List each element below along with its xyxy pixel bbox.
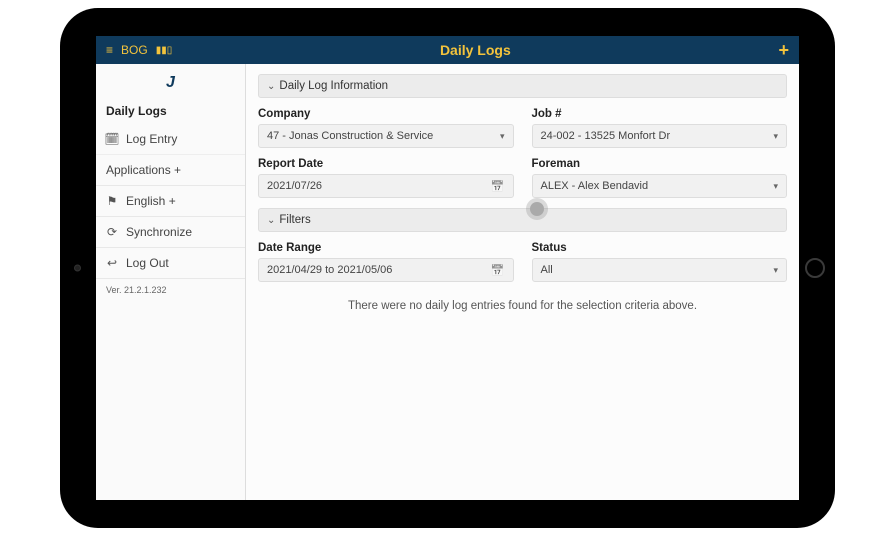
daterange-value: 2021/04/29 to 2021/05/06 bbox=[267, 264, 392, 276]
tablet-frame: ≡ BOG ▮▮▯ Daily Logs + J Daily Logs 🗓 Lo… bbox=[60, 8, 835, 528]
sidebar-item-synchronize[interactable]: ⟳ Synchronize bbox=[96, 217, 245, 248]
panel-title: Daily Log Information bbox=[279, 80, 388, 92]
page-title: Daily Logs bbox=[440, 42, 511, 58]
calendar-icon bbox=[491, 180, 505, 193]
sidebar-item-label: Synchronize bbox=[126, 225, 192, 239]
sidebar-item-label: Log Out bbox=[126, 256, 169, 270]
caret-down-icon bbox=[773, 180, 778, 192]
job-value: 24-002 - 13525 Monfort Dr bbox=[541, 130, 671, 142]
sidebar-item-english[interactable]: ⚑ English + bbox=[96, 186, 245, 217]
job-select[interactable]: 24-002 - 13525 Monfort Dr bbox=[532, 124, 788, 148]
tablet-home-button[interactable] bbox=[805, 258, 825, 278]
caret-down-icon bbox=[773, 264, 778, 276]
calendar-icon: 🗓 bbox=[106, 132, 118, 146]
add-button[interactable]: + bbox=[778, 40, 789, 61]
app-header: ≡ BOG ▮▮▯ Daily Logs + bbox=[96, 36, 799, 64]
daterange-input[interactable]: 2021/04/29 to 2021/05/06 bbox=[258, 258, 514, 282]
language-icon: ⚑ bbox=[106, 194, 118, 208]
report-date-label: Report Date bbox=[258, 158, 514, 170]
report-date-value: 2021/07/26 bbox=[267, 180, 322, 192]
company-value: 47 - Jonas Construction & Service bbox=[267, 130, 433, 142]
sidebar-item-applications[interactable]: Applications + bbox=[96, 155, 245, 186]
logout-icon: ↩ bbox=[106, 256, 118, 270]
version-label: Ver. 21.2.1.232 bbox=[96, 279, 245, 301]
daterange-label: Date Range bbox=[258, 242, 514, 254]
foreman-label: Foreman bbox=[532, 158, 788, 170]
chevron-down-icon: ⌄ bbox=[267, 215, 275, 226]
app-logo: J bbox=[96, 64, 245, 98]
status-select[interactable]: All bbox=[532, 258, 788, 282]
brand-label: BOG bbox=[121, 43, 148, 57]
panel-title: Filters bbox=[279, 214, 310, 226]
touch-indicator bbox=[530, 202, 544, 216]
calendar-icon bbox=[491, 264, 505, 277]
sidebar-item-log-entry[interactable]: 🗓 Log Entry bbox=[96, 124, 245, 155]
sidebar: J Daily Logs 🗓 Log Entry Applications + … bbox=[96, 64, 246, 500]
status-value: All bbox=[541, 264, 553, 276]
caret-down-icon bbox=[773, 130, 778, 142]
tablet-camera bbox=[74, 265, 81, 272]
main-content: ⌄ Daily Log Information Company 47 - Jon… bbox=[246, 64, 799, 500]
sidebar-item-label: English + bbox=[126, 194, 176, 208]
sidebar-item-logout[interactable]: ↩ Log Out bbox=[96, 248, 245, 279]
foreman-select[interactable]: ALEX - Alex Bendavid bbox=[532, 174, 788, 198]
app-screen: ≡ BOG ▮▮▯ Daily Logs + J Daily Logs 🗓 Lo… bbox=[96, 36, 799, 500]
company-label: Company bbox=[258, 108, 514, 120]
company-select[interactable]: 47 - Jonas Construction & Service bbox=[258, 124, 514, 148]
report-date-input[interactable]: 2021/07/26 bbox=[258, 174, 514, 198]
sidebar-item-label: Log Entry bbox=[126, 132, 177, 146]
caret-down-icon bbox=[500, 130, 505, 142]
menu-icon[interactable]: ≡ bbox=[106, 43, 113, 57]
foreman-value: ALEX - Alex Bendavid bbox=[541, 180, 649, 192]
panel-daily-log-information[interactable]: ⌄ Daily Log Information bbox=[258, 74, 787, 98]
signal-icon: ▮▮▯ bbox=[156, 45, 173, 56]
status-label: Status bbox=[532, 242, 788, 254]
sidebar-item-label: Applications + bbox=[106, 163, 181, 177]
empty-state-message: There were no daily log entries found fo… bbox=[258, 300, 787, 312]
panel-filters[interactable]: ⌄ Filters bbox=[258, 208, 787, 232]
app-body: J Daily Logs 🗓 Log Entry Applications + … bbox=[96, 64, 799, 500]
sidebar-section-daily-logs: Daily Logs bbox=[96, 98, 245, 124]
job-label: Job # bbox=[532, 108, 788, 120]
sync-icon: ⟳ bbox=[106, 225, 118, 239]
chevron-down-icon: ⌄ bbox=[267, 81, 275, 92]
